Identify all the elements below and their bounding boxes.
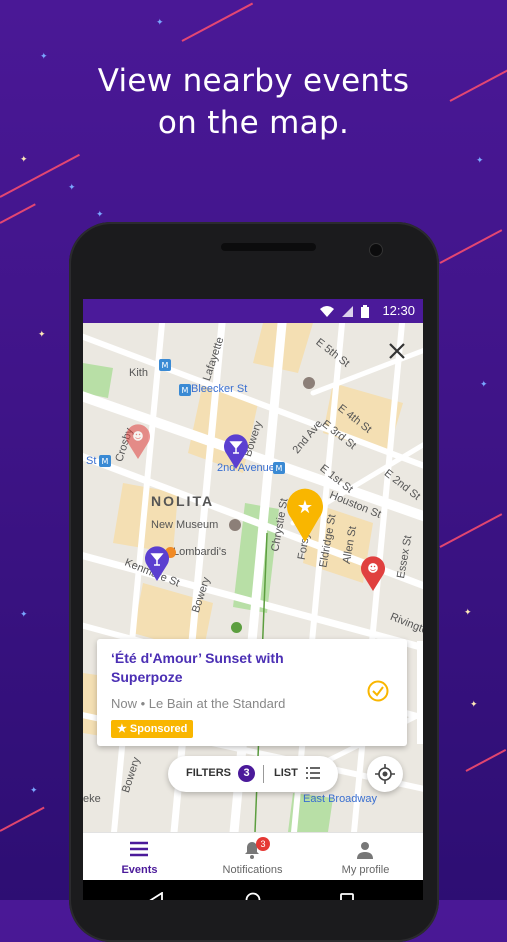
wifi-icon bbox=[320, 306, 334, 317]
map-label-st: St bbox=[86, 455, 97, 467]
phone-frame: 12:30 E 5th St Kith Bleecker St Lafayett… bbox=[69, 222, 439, 942]
museum-icon bbox=[229, 519, 241, 531]
star-icon: ✦ bbox=[156, 18, 164, 28]
events-list-icon bbox=[130, 841, 148, 857]
system-navigation-bar bbox=[83, 880, 423, 900]
signal-icon bbox=[342, 306, 353, 317]
nav-profile-label: My profile bbox=[341, 864, 390, 876]
star-icon: ✦ bbox=[480, 380, 488, 390]
nav-events-label: Events bbox=[121, 864, 158, 876]
svg-text:M: M bbox=[162, 361, 169, 370]
phone-camera bbox=[369, 243, 383, 257]
sponsored-label: Sponsored bbox=[129, 723, 188, 735]
map-label-east-broadway: East Broadway bbox=[303, 793, 377, 805]
back-icon[interactable] bbox=[149, 892, 165, 900]
status-time: 12:30 bbox=[382, 303, 415, 318]
subway-station-icon: M bbox=[159, 359, 171, 371]
notifications-count-badge: 3 bbox=[256, 837, 270, 851]
star-icon: ✦ bbox=[20, 610, 28, 620]
headline-line-2: on the map. bbox=[157, 105, 350, 141]
event-title[interactable]: ‘Été d'Amour’ Sunset with Superpoze bbox=[111, 649, 351, 687]
star-icon: ✦ bbox=[30, 786, 38, 796]
svg-text:M: M bbox=[102, 457, 109, 466]
map-pin-bar-icon[interactable] bbox=[144, 545, 170, 581]
map-view[interactable]: E 5th St Kith Bleecker St Lafayette E 4t… bbox=[83, 323, 423, 832]
headline: View nearby events on the map. bbox=[0, 60, 507, 144]
background-streak bbox=[439, 229, 503, 264]
headline-line-1: View nearby events bbox=[97, 63, 410, 99]
filters-list-toggle: FILTERS 3 LIST bbox=[168, 756, 338, 792]
background-streak bbox=[0, 806, 45, 832]
nav-profile[interactable]: My profile bbox=[309, 833, 422, 881]
map-pin-featured-star-icon[interactable]: ★ bbox=[286, 488, 324, 542]
map-label-bleecker: Bleecker St bbox=[191, 383, 248, 395]
nav-notifications-label: Notifications bbox=[222, 864, 283, 876]
nav-notifications[interactable]: 3 Notifications bbox=[196, 833, 309, 881]
next-card-edge bbox=[417, 641, 423, 744]
star-icon: ✦ bbox=[20, 155, 28, 165]
status-bar: 12:30 bbox=[83, 299, 423, 323]
list-icon[interactable] bbox=[306, 767, 320, 779]
svg-text:☻: ☻ bbox=[367, 562, 378, 575]
event-subtitle: Now • Le Bain at the Standard bbox=[111, 696, 286, 711]
recents-icon[interactable] bbox=[339, 892, 355, 900]
close-icon[interactable] bbox=[383, 337, 411, 365]
star-icon: ✦ bbox=[96, 210, 104, 220]
bottom-navigation: Events 3 Notifications My profile bbox=[83, 832, 423, 881]
background-streak bbox=[181, 2, 254, 42]
battery-icon bbox=[361, 305, 369, 318]
background-streak bbox=[0, 203, 36, 224]
map-label-nolita: NOLITA bbox=[151, 493, 215, 509]
divider bbox=[263, 765, 264, 783]
my-location-button[interactable] bbox=[367, 756, 403, 792]
subway-station-icon: M bbox=[273, 462, 285, 474]
filters-button[interactable]: FILTERS bbox=[186, 767, 231, 779]
svg-text:M: M bbox=[276, 464, 283, 473]
going-check-icon[interactable] bbox=[367, 680, 389, 702]
background-streak bbox=[439, 513, 503, 548]
phone-speaker bbox=[221, 243, 316, 251]
subway-station-icon: M bbox=[99, 455, 111, 467]
map-label-eke: eke bbox=[83, 793, 101, 805]
star-icon: ✦ bbox=[476, 156, 484, 166]
star-icon: ★ bbox=[117, 723, 130, 735]
star-icon: ✦ bbox=[470, 700, 478, 710]
star-icon: ✦ bbox=[464, 608, 472, 618]
event-card[interactable]: ‘Été d'Amour’ Sunset with Superpoze Now … bbox=[97, 639, 407, 746]
app-screen: 12:30 E 5th St Kith Bleecker St Lafayett… bbox=[83, 299, 423, 900]
crosshair-icon bbox=[375, 764, 395, 784]
svg-text:★: ★ bbox=[297, 497, 313, 518]
map-pin-theater-icon[interactable]: ☻ bbox=[125, 423, 151, 459]
subway-station-icon: M bbox=[179, 384, 191, 396]
map-label-kith: Kith bbox=[129, 367, 148, 379]
nav-events[interactable]: Events bbox=[83, 833, 196, 881]
park-icon bbox=[231, 622, 242, 633]
svg-text:M: M bbox=[182, 386, 189, 395]
map-label-lombardis: Lombardi's bbox=[173, 546, 227, 558]
person-icon bbox=[357, 842, 373, 859]
star-icon: ✦ bbox=[68, 183, 76, 193]
home-icon[interactable] bbox=[245, 892, 261, 900]
background-streak bbox=[465, 748, 507, 772]
star-icon: ✦ bbox=[38, 330, 46, 340]
sponsored-badge: ★ Sponsored bbox=[111, 720, 194, 738]
svg-text:☻: ☻ bbox=[132, 430, 143, 443]
map-label-new-museum: New Museum bbox=[151, 519, 219, 531]
list-button[interactable]: LIST bbox=[274, 767, 298, 779]
filters-count-badge: 3 bbox=[238, 765, 255, 782]
map-pin-theater-icon[interactable]: ☻ bbox=[360, 555, 386, 591]
poi-icon bbox=[303, 377, 315, 389]
map-pin-bar-icon[interactable] bbox=[223, 433, 249, 469]
